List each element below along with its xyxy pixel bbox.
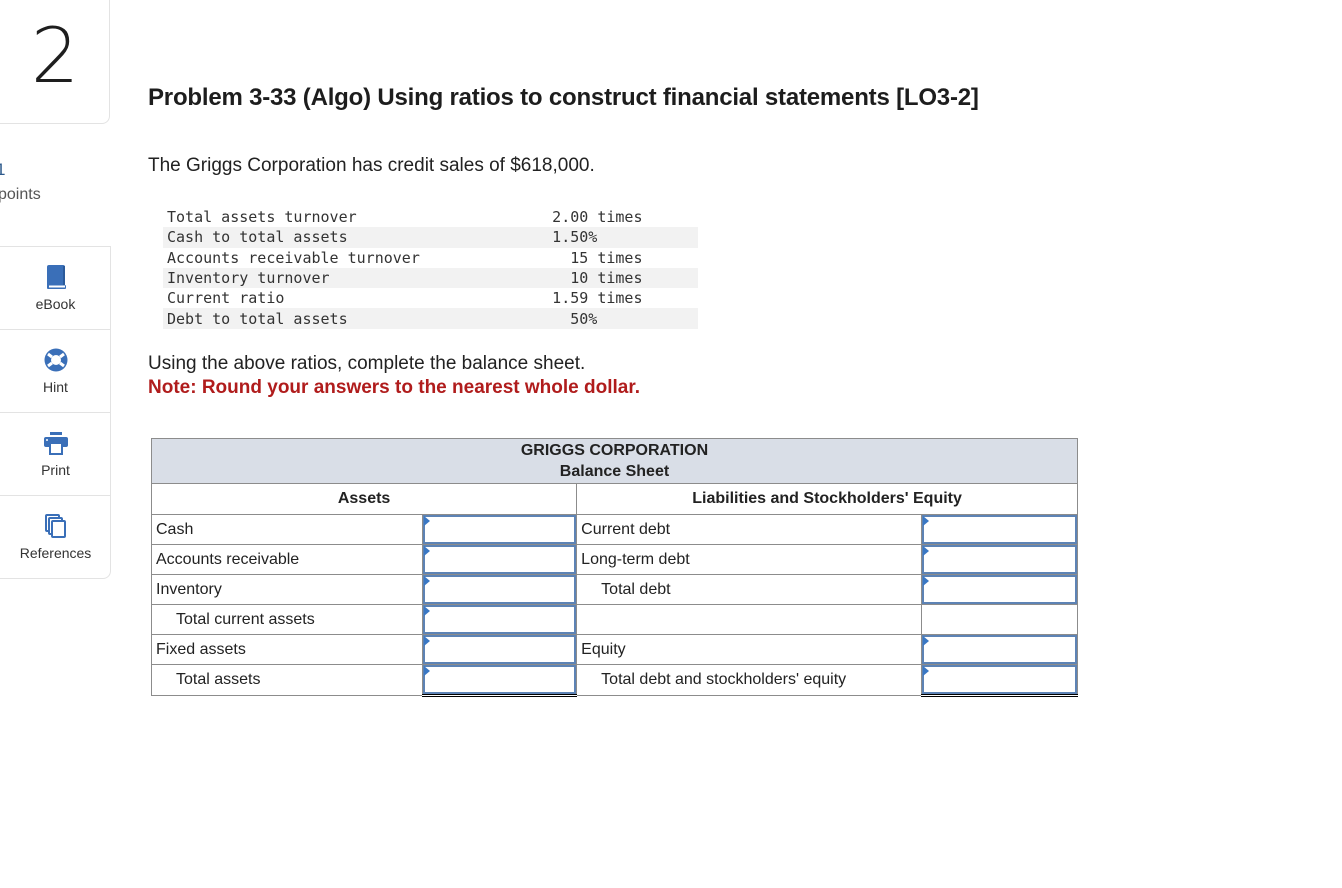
rounding-note: Note: Round your answers to the nearest … [148, 377, 640, 398]
total-debt-and-equity-input[interactable] [921, 665, 1077, 694]
empty-cell [576, 604, 922, 635]
ratio-label: Inventory turnover [163, 267, 549, 289]
cash-input[interactable] [422, 515, 577, 544]
inventory-input[interactable] [422, 575, 577, 604]
table-row: Total assets Total debt and stockholders… [151, 664, 1079, 697]
current-debt-input[interactable] [921, 515, 1077, 544]
company-name: GRIGGS CORPORATION [520, 442, 709, 459]
ratio-value: 2.00 times [552, 208, 643, 227]
total-assets-input[interactable] [422, 665, 577, 694]
ebook-label: eBook [35, 296, 76, 312]
accounts-receivable-label: Accounts receivable [151, 544, 423, 575]
instruction-text: Using the above ratios, complete the bal… [148, 353, 586, 374]
hint-label: Hint [43, 379, 68, 395]
balance-sheet-table: GRIGGS CORPORATION Balance Sheet Assets … [150, 438, 1079, 697]
documents-icon [44, 514, 66, 538]
ratio-label: Cash to total assets [163, 227, 549, 248]
ratio-value: 15 times [552, 248, 643, 267]
table-row: Inventory Total debt [151, 574, 1079, 605]
ratio-row: Accounts receivable turnover 15 times [163, 248, 698, 268]
book-icon [46, 265, 66, 289]
print-label: Print [41, 462, 70, 478]
points-label: points [0, 186, 41, 203]
ratio-value: 10 times [548, 267, 698, 289]
total-current-assets-label: Total current assets [151, 604, 423, 635]
total-assets-label: Total assets [151, 664, 423, 696]
problem-intro: The Griggs Corporation has credit sales … [148, 155, 595, 176]
lifebuoy-icon [44, 348, 67, 372]
ratio-row: Current ratio 1.59 times [163, 288, 698, 308]
long-term-debt-label: Long-term debt [576, 544, 922, 575]
ratios-table: Total assets turnover 2.00 times Cash to … [163, 207, 698, 329]
points-value: 1 [0, 160, 6, 179]
assets-header: Assets [150, 483, 578, 515]
hint-button[interactable]: Hint [0, 330, 110, 413]
table-row: Fixed assets Equity [151, 634, 1079, 665]
ratio-value: 1.59 times [552, 289, 643, 308]
long-term-debt-input[interactable] [921, 545, 1077, 574]
ratio-label: Current ratio [167, 289, 285, 308]
equity-input[interactable] [921, 635, 1077, 664]
ratio-label: Total assets turnover [167, 208, 357, 227]
table-row: Total current assets [151, 604, 1079, 635]
ratio-row: Inventory turnover 10 times [163, 267, 698, 289]
question-number-card: 2 [0, 0, 110, 124]
printer-icon [43, 432, 68, 455]
current-debt-label: Current debt [576, 514, 922, 545]
ratio-row: Cash to total assets 1.50% [163, 227, 698, 248]
statement-name: Balance Sheet [559, 463, 670, 480]
ratio-label: Debt to total assets [163, 308, 549, 329]
ratio-row: Total assets turnover 2.00 times [163, 207, 698, 227]
fixed-assets-label: Fixed assets [151, 634, 423, 665]
ratio-label: Accounts receivable turnover [167, 248, 420, 267]
total-debt-and-equity-label: Total debt and stockholders' equity [576, 664, 922, 696]
liabilities-header: Liabilities and Stockholders' Equity [576, 483, 1078, 515]
total-debt-input[interactable] [921, 575, 1077, 604]
ebook-button[interactable]: eBook [0, 247, 110, 330]
table-row: Cash Current debt [151, 514, 1079, 545]
problem-title: Problem 3-33 (Algo) Using ratios to cons… [148, 84, 979, 111]
references-button[interactable]: References [0, 496, 110, 578]
tools-panel: eBook Hint Print References [0, 246, 111, 579]
ratio-value: 50% [548, 308, 698, 329]
total-current-assets-input[interactable] [422, 605, 577, 634]
accounts-receivable-input[interactable] [422, 545, 577, 574]
total-debt-label: Total debt [576, 574, 922, 605]
ratio-row: Debt to total assets 50% [163, 308, 698, 329]
question-number: 2 [30, 11, 80, 100]
references-label: References [19, 545, 92, 561]
balance-sheet-header: GRIGGS CORPORATION Balance Sheet [151, 438, 1078, 484]
inventory-label: Inventory [151, 574, 423, 605]
empty-cell [920, 604, 1079, 635]
ratio-value: 1.50% [548, 227, 698, 248]
table-row: Accounts receivable Long-term debt [151, 544, 1079, 575]
print-button[interactable]: Print [0, 413, 110, 496]
fixed-assets-input[interactable] [422, 635, 577, 664]
equity-label: Equity [576, 634, 922, 665]
cash-label: Cash [151, 514, 423, 545]
